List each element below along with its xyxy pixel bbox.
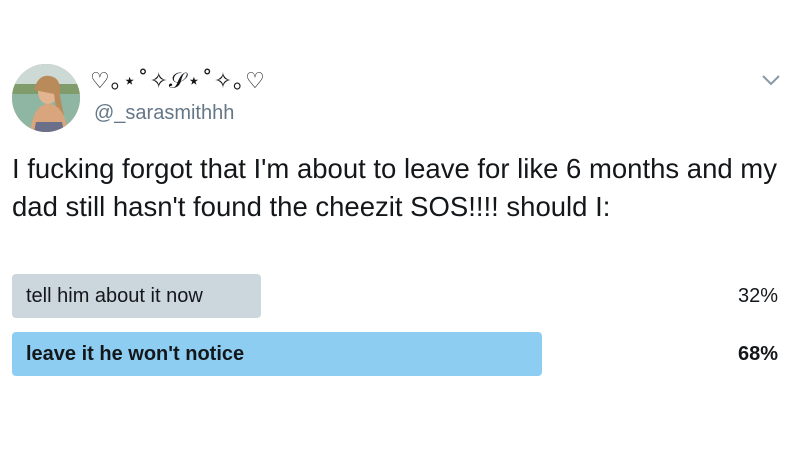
display-name[interactable]: ♡｡⋆˚✧𝒮⋆˚✧｡♡ — [90, 68, 266, 96]
poll-option[interactable]: tell him about it now 32% — [12, 274, 788, 318]
poll-option-percent: 32% — [737, 285, 778, 307]
poll-option-label: tell him about it now — [26, 285, 203, 307]
tweet-text: I fucking forgot that I'm about to leave… — [12, 153, 777, 222]
chevron-down-icon[interactable] — [760, 72, 782, 88]
avatar[interactable] — [12, 64, 80, 132]
poll-option-percent: 68% — [737, 343, 778, 365]
poll-option-leading[interactable]: leave it he won't notice 68% — [12, 332, 788, 376]
username-handle[interactable]: @_sarasmithhh — [94, 100, 234, 126]
poll-option-label: leave it he won't notice — [26, 343, 245, 365]
tweet-card: ♡｡⋆˚✧𝒮⋆˚✧｡♡ @_sarasmithhh I fucking forg… — [0, 0, 800, 450]
